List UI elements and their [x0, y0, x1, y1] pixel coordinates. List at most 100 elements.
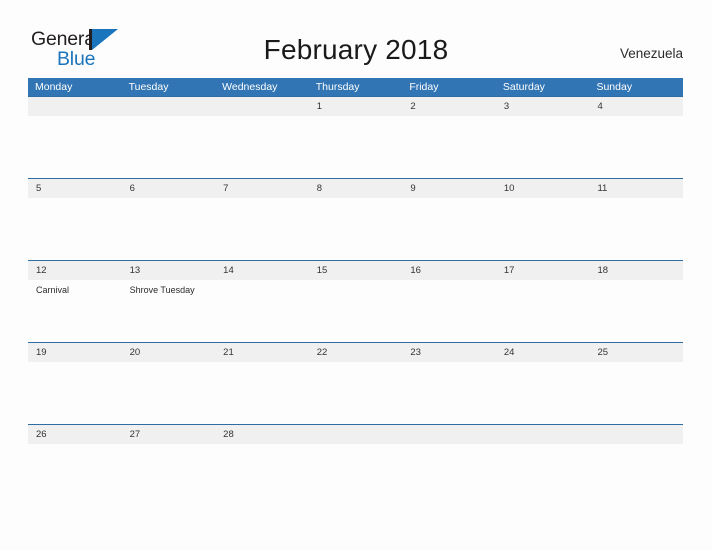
day-cell[interactable]: [309, 116, 403, 178]
day-of-week-header-row: Monday Tuesday Wednesday Thursday Friday…: [28, 78, 683, 96]
day-number[interactable]: 5: [28, 179, 122, 198]
day-cell[interactable]: [402, 198, 496, 260]
day-cell[interactable]: [28, 198, 122, 260]
page-title: February 2018: [263, 34, 449, 65]
day-number[interactable]: [28, 97, 122, 116]
day-number[interactable]: 12: [28, 261, 122, 280]
day-cell[interactable]: [309, 198, 403, 260]
day-number[interactable]: 6: [122, 179, 216, 198]
day-cell[interactable]: [215, 116, 309, 178]
event-label: Carnival: [36, 285, 70, 295]
day-cell[interactable]: [589, 198, 683, 260]
day-header-thursday: Thursday: [315, 81, 360, 93]
day-number[interactable]: [122, 97, 216, 116]
day-cell[interactable]: [215, 444, 309, 506]
week-event-band: [28, 116, 683, 178]
day-cell[interactable]: [122, 362, 216, 424]
day-header-saturday: Saturday: [502, 81, 545, 93]
day-cell[interactable]: [496, 116, 590, 178]
day-cell[interactable]: [496, 362, 590, 424]
day-cell[interactable]: [122, 198, 216, 260]
day-header-monday: Monday: [35, 81, 73, 93]
day-number[interactable]: 8: [309, 179, 403, 198]
day-cell[interactable]: [215, 362, 309, 424]
day-cell[interactable]: [589, 280, 683, 342]
day-cell[interactable]: [402, 116, 496, 178]
day-cell[interactable]: [496, 444, 590, 506]
day-number[interactable]: 15: [309, 261, 403, 280]
week-date-band: 26 27 28: [28, 425, 683, 444]
calendar-week-row: 26 27 28: [28, 424, 683, 506]
week-event-band: [28, 362, 683, 424]
day-cell[interactable]: [28, 444, 122, 506]
day-number[interactable]: 20: [122, 343, 216, 362]
day-cell[interactable]: [309, 280, 403, 342]
day-number[interactable]: 10: [496, 179, 590, 198]
calendar-week-row: 12 13 14 15 16 17 18 Carnival Shrove Tue…: [28, 260, 683, 342]
day-cell[interactable]: [309, 362, 403, 424]
day-header-wednesday: Wednesday: [222, 81, 278, 93]
day-cell[interactable]: [122, 116, 216, 178]
day-number[interactable]: 25: [589, 343, 683, 362]
day-number[interactable]: 1: [309, 97, 403, 116]
region-label: Venezuela: [619, 46, 683, 61]
week-date-band: 12 13 14 15 16 17 18: [28, 261, 683, 280]
day-number[interactable]: [496, 425, 590, 444]
week-event-band: [28, 444, 683, 506]
day-number[interactable]: 28: [215, 425, 309, 444]
day-cell[interactable]: [402, 444, 496, 506]
day-number[interactable]: [309, 425, 403, 444]
day-number[interactable]: 2: [402, 97, 496, 116]
day-header-tuesday: Tuesday: [128, 81, 169, 93]
day-number[interactable]: 14: [215, 261, 309, 280]
day-number[interactable]: 26: [28, 425, 122, 444]
week-date-band: 5 6 7 8 9 10 11: [28, 179, 683, 198]
day-number[interactable]: 23: [402, 343, 496, 362]
day-cell[interactable]: [122, 444, 216, 506]
day-cell[interactable]: [28, 116, 122, 178]
event-label: Shrove Tuesday: [129, 285, 195, 295]
day-number[interactable]: [402, 425, 496, 444]
day-cell[interactable]: [215, 280, 309, 342]
calendar-page: General Blue February 2018 Venezuela Mon…: [0, 0, 712, 550]
day-number[interactable]: 27: [122, 425, 216, 444]
day-number[interactable]: 21: [215, 343, 309, 362]
day-number[interactable]: 7: [215, 179, 309, 198]
day-header-sunday: Sunday: [596, 81, 633, 93]
day-cell[interactable]: Shrove Tuesday: [122, 280, 216, 342]
day-cell[interactable]: [215, 198, 309, 260]
day-number[interactable]: 19: [28, 343, 122, 362]
day-number[interactable]: 18: [589, 261, 683, 280]
day-cell[interactable]: [589, 116, 683, 178]
day-cell[interactable]: [28, 362, 122, 424]
day-cell[interactable]: [496, 198, 590, 260]
week-date-band: 1 2 3 4: [28, 97, 683, 116]
day-number[interactable]: 13: [122, 261, 216, 280]
day-number[interactable]: 11: [589, 179, 683, 198]
page-header: General Blue February 2018 Venezuela: [0, 0, 712, 78]
day-number[interactable]: 17: [496, 261, 590, 280]
calendar-week-row: 19 20 21 22 23 24 25: [28, 342, 683, 424]
day-cell[interactable]: [589, 362, 683, 424]
calendar-week-row: 1 2 3 4: [28, 96, 683, 178]
day-number[interactable]: 24: [496, 343, 590, 362]
day-cell[interactable]: Carnival: [28, 280, 122, 342]
day-cell[interactable]: [402, 280, 496, 342]
day-number[interactable]: 4: [589, 97, 683, 116]
day-number[interactable]: 22: [309, 343, 403, 362]
week-event-band: [28, 198, 683, 260]
calendar-week-row: 5 6 7 8 9 10 11: [28, 178, 683, 260]
day-number[interactable]: 3: [496, 97, 590, 116]
week-event-band: Carnival Shrove Tuesday: [28, 280, 683, 342]
day-number[interactable]: [215, 97, 309, 116]
day-cell[interactable]: [309, 444, 403, 506]
week-date-band: 19 20 21 22 23 24 25: [28, 343, 683, 362]
calendar-grid: Monday Tuesday Wednesday Thursday Friday…: [28, 78, 683, 506]
day-cell[interactable]: [402, 362, 496, 424]
day-number[interactable]: 16: [402, 261, 496, 280]
day-cell[interactable]: [496, 280, 590, 342]
day-number[interactable]: [589, 425, 683, 444]
day-number[interactable]: 9: [402, 179, 496, 198]
day-header-friday: Friday: [409, 81, 439, 93]
day-cell[interactable]: [589, 444, 683, 506]
